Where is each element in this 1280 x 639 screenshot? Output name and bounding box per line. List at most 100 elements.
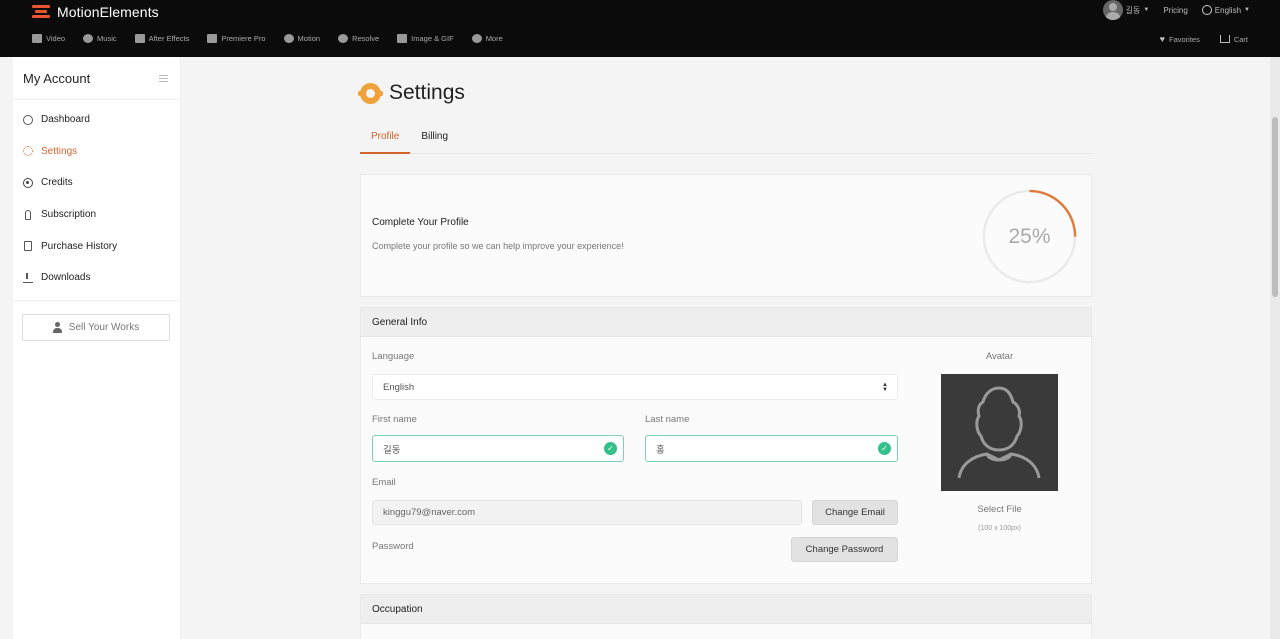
chevron-down-icon: ▼: [1244, 7, 1250, 13]
email-field[interactable]: kinggu79@naver.com: [372, 500, 802, 525]
avatar-placeholder-icon: [957, 386, 1041, 479]
page-title-text: Settings: [389, 81, 465, 104]
account-sidebar: My Account Dashboard Settings Credits Su…: [13, 57, 181, 639]
nav-resolve[interactable]: Resolve: [338, 34, 379, 43]
nav-video[interactable]: Video: [32, 34, 65, 43]
language-menu[interactable]: English ▼: [1201, 5, 1250, 15]
top-header: MotionElements 길동 ▼ Pricing English ▼ Vi…: [0, 0, 1280, 57]
logo-icon: [32, 5, 50, 19]
heart-icon: ♥: [1159, 34, 1165, 44]
page-scrollbar[interactable]: [1270, 57, 1280, 639]
resolve-icon: [338, 34, 349, 43]
sidebar-item-label: Dashboard: [41, 114, 90, 126]
occupation-card: Occupation: [360, 594, 1092, 639]
nav-after-effects[interactable]: After Effects: [134, 34, 189, 43]
tab-billing[interactable]: Billing: [410, 126, 459, 154]
language-label: Language: [372, 351, 415, 362]
sidebar-item-label: Subscription: [41, 209, 97, 221]
nav-label: Music: [97, 34, 117, 43]
logo[interactable]: MotionElements: [32, 3, 159, 21]
first-name-label: First name: [372, 414, 417, 425]
nav-label: Video: [46, 34, 66, 43]
profile-completion-title: Complete Your Profile: [372, 217, 469, 228]
user-menu[interactable]: 길동 ▼: [1102, 0, 1150, 20]
menu-icon[interactable]: [159, 74, 168, 82]
language-select-value: English: [383, 381, 415, 393]
globe-icon: [1201, 5, 1212, 15]
nav-image-gif[interactable]: Image & GIF: [397, 34, 454, 43]
cart-link[interactable]: Cart: [1219, 34, 1248, 44]
sidebar-item-label: Credits: [41, 177, 73, 189]
first-name-field[interactable]: 길동 ✓: [372, 435, 624, 462]
last-name-field[interactable]: 홍 ✓: [645, 435, 898, 462]
download-icon: [23, 272, 33, 283]
receipt-icon: [24, 241, 32, 252]
header-actions: ♥ Favorites Cart: [1160, 34, 1248, 44]
sidebar-item-purchase-history[interactable]: Purchase History: [13, 230, 180, 262]
gear-icon: [358, 82, 383, 104]
scrollbar-thumb[interactable]: [1272, 117, 1278, 297]
favorites-label: Favorites: [1168, 34, 1200, 44]
avatar-label: Avatar: [985, 351, 1014, 362]
sell-button-label: Sell Your Works: [68, 321, 140, 333]
pricing-link[interactable]: Pricing: [1163, 6, 1187, 15]
gear-icon: [23, 146, 33, 157]
check-icon: ✓: [878, 442, 891, 455]
profile-completion-card: Complete Your Profile Complete your prof…: [360, 174, 1092, 297]
general-info-card: General Info Language English ▲ ▼ First n…: [360, 307, 1092, 584]
sidebar-menu: Dashboard Settings Credits Subscription …: [13, 100, 180, 294]
nav-label: Image & GIF: [411, 34, 454, 43]
nav-more[interactable]: More: [471, 34, 503, 43]
page-title: Settings: [358, 81, 465, 105]
sidebar-item-credits[interactable]: Credits: [13, 167, 180, 199]
person-icon: [52, 321, 62, 333]
avatar-size-hint: (100 x 100px): [978, 525, 1021, 532]
chevron-down-icon: ▼: [1143, 7, 1150, 13]
nav-label: More: [485, 34, 503, 43]
general-info-heading: General Info: [361, 308, 1091, 337]
nav-premiere-pro[interactable]: Premiere Pro: [207, 34, 266, 43]
cart-icon: [1219, 35, 1230, 43]
occupation-heading: Occupation: [361, 595, 1091, 624]
profile-completion-subtitle: Complete your profile so we can help imp…: [372, 241, 624, 251]
language-label: English: [1214, 5, 1242, 15]
video-icon: [32, 34, 42, 43]
password-label: Password: [372, 541, 414, 552]
music-icon: [83, 34, 94, 43]
favorites-link[interactable]: ♥ Favorites: [1160, 34, 1200, 44]
check-icon: ✓: [604, 442, 617, 455]
sidebar-item-dashboard[interactable]: Dashboard: [13, 104, 180, 136]
nav-music[interactable]: Music: [83, 34, 117, 43]
select-file-link[interactable]: Select File: [941, 504, 1058, 515]
logo-text: MotionElements: [57, 4, 159, 20]
change-password-button[interactable]: Change Password: [791, 537, 898, 562]
change-email-button[interactable]: Change Email: [812, 500, 898, 525]
tab-profile[interactable]: Profile: [360, 126, 411, 154]
sell-your-works-button[interactable]: Sell Your Works: [22, 313, 170, 341]
sidebar-header: My Account: [13, 57, 180, 100]
premiere-pro-icon: [207, 34, 218, 43]
email-value: kinggu79@naver.com: [383, 507, 476, 518]
sidebar-item-subscription[interactable]: Subscription: [13, 199, 180, 231]
nav-label: Premiere Pro: [221, 34, 266, 43]
sidebar-item-settings[interactable]: Settings: [13, 136, 180, 168]
dashboard-icon: [23, 114, 33, 125]
last-name-value: 홍: [656, 444, 665, 456]
user-name: 길동: [1125, 5, 1141, 15]
user-avatar-icon: [1102, 0, 1123, 20]
category-nav: Video Music After Effects Premiere Pro M…: [32, 34, 503, 43]
sidebar-item-label: Settings: [41, 145, 78, 157]
subscription-icon: [25, 209, 31, 220]
nav-motion[interactable]: Motion: [283, 34, 320, 43]
avatar-image[interactable]: [941, 374, 1058, 491]
nav-label: Resolve: [352, 34, 380, 43]
last-name-label: Last name: [645, 414, 690, 425]
first-name-value: 길동: [383, 444, 401, 456]
cart-label: Cart: [1233, 34, 1248, 44]
language-select[interactable]: English ▲ ▼: [372, 374, 898, 400]
sidebar-item-downloads[interactable]: Downloads: [13, 262, 180, 294]
sidebar-title: My Account: [23, 70, 91, 86]
motion-icon: [283, 34, 294, 43]
sidebar-item-label: Downloads: [41, 272, 91, 284]
sidebar-divider: [13, 299, 180, 301]
